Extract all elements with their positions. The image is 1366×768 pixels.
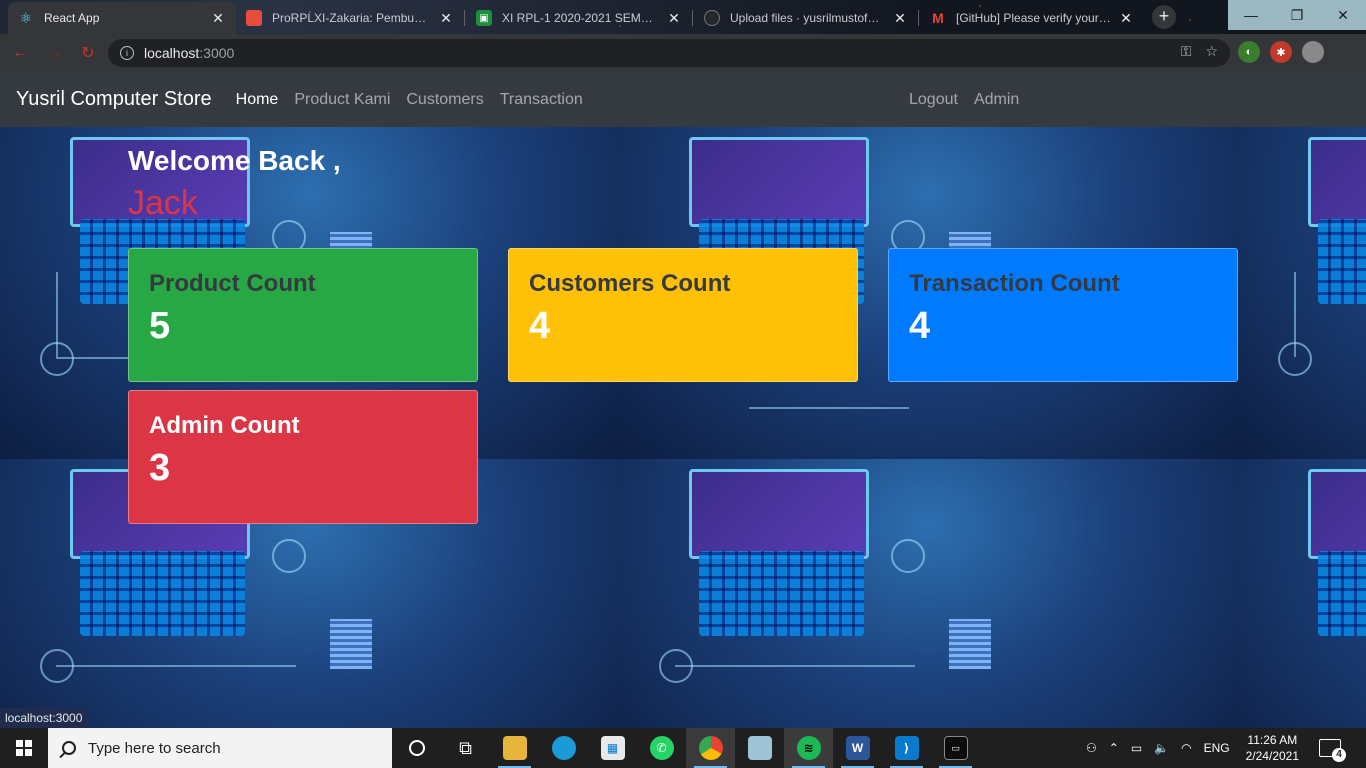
close-icon[interactable]: ✕	[1118, 10, 1134, 27]
close-icon[interactable]: ✕	[438, 10, 454, 27]
github-icon	[704, 10, 720, 26]
classroom-icon: ▣	[476, 10, 492, 26]
background-tile	[1238, 459, 1366, 728]
browser-tab-gmail[interactable]: M [GitHub] Please verify your dev ✕	[920, 2, 1144, 34]
react-icon: ⚛	[19, 9, 33, 26]
close-window-button[interactable]: ✕	[1320, 0, 1366, 30]
search-icon	[62, 741, 76, 755]
nav-link-product-kami[interactable]: Product Kami	[286, 91, 398, 109]
terminal-icon[interactable]: ▭	[931, 728, 980, 768]
card-title: Product Count	[149, 270, 316, 297]
card-title: Customers Count	[529, 270, 731, 297]
welcome-username: Jack	[128, 184, 198, 222]
tab-separator	[692, 10, 693, 26]
battery-icon[interactable]: ▭	[1131, 741, 1142, 755]
windows-logo-icon	[16, 740, 32, 756]
nav-link-logout[interactable]: Logout	[901, 91, 966, 109]
nav-link-transaction[interactable]: Transaction	[492, 91, 591, 109]
maximize-button[interactable]: ❐	[1274, 0, 1320, 30]
search-placeholder: Type here to search	[88, 739, 221, 757]
extension-puzzle-icon[interactable]: ✱	[1270, 41, 1292, 63]
browser-tab-prorplxi[interactable]: ProRPLXI-Zakaria: Pembuatan ✕	[236, 2, 464, 34]
language-indicator[interactable]: ENG	[1204, 741, 1230, 755]
address-bar[interactable]: i localhost:3000 ⚿ ☆	[108, 39, 1230, 67]
spotify-icon[interactable]: ≋	[784, 728, 833, 768]
task-view-icon[interactable]: ⧉	[441, 728, 490, 768]
back-icon[interactable]: ←	[6, 39, 34, 67]
clock-date: 2/24/2021	[1245, 749, 1300, 763]
transaction-count-card: Transaction Count 4	[888, 248, 1238, 382]
tab-separator	[464, 10, 465, 26]
new-tab-button[interactable]: +	[1152, 5, 1176, 29]
taskbar-clock[interactable]: 11:26 AM 2/24/2021	[1246, 732, 1299, 764]
taskbar-search[interactable]: Type here to search	[48, 728, 392, 768]
url-host: localhost	[144, 45, 200, 61]
minimize-button[interactable]: —	[1228, 0, 1274, 30]
product-count-card: Product Count 5	[128, 248, 478, 382]
tab-title: ProRPLXI-Zakaria: Pembuatan	[272, 11, 432, 25]
welcome-heading: Welcome Back ,	[128, 145, 341, 176]
people-icon[interactable]: ⚇	[1086, 741, 1097, 755]
tab-separator	[918, 10, 919, 26]
navbar-brand[interactable]: Yusril Computer Store	[16, 88, 212, 111]
browser-tab-classroom[interactable]: ▣ XI RPL-1 2020-2021 SEMANGA ✕	[466, 2, 692, 34]
wifi-icon[interactable]: ◠	[1181, 741, 1191, 755]
word-icon[interactable]: W	[833, 728, 882, 768]
status-bar-url: localhost:3000	[0, 708, 88, 728]
app-navbar: Yusril Computer Store Home Product Kami …	[0, 72, 1366, 127]
start-button[interactable]	[0, 728, 48, 768]
bookmark-star-icon[interactable]: ☆	[1205, 43, 1218, 60]
tab-title: XI RPL-1 2020-2021 SEMANGA	[502, 11, 660, 25]
close-icon[interactable]: ✕	[892, 10, 908, 27]
background-tile	[1238, 127, 1366, 459]
card-value: 4	[909, 305, 931, 347]
vscode-icon[interactable]: ⟩	[882, 728, 931, 768]
whatsapp-icon[interactable]: ✆	[637, 728, 686, 768]
background-tile	[619, 459, 1238, 728]
nav-link-home[interactable]: Home	[228, 91, 287, 109]
card-title: Transaction Count	[909, 270, 1120, 297]
url-port: :3000	[199, 45, 235, 61]
browser-tabstrip: ⚛ React App ✕ ProRPLXI-Zakaria: Pembuata…	[0, 0, 1366, 34]
profile-avatar[interactable]	[1302, 41, 1324, 63]
store-icon[interactable]: ▦	[588, 728, 637, 768]
forward-icon[interactable]: →	[40, 39, 68, 67]
cortana-icon[interactable]	[392, 728, 441, 768]
nav-link-admin[interactable]: Admin	[966, 91, 1027, 109]
key-icon[interactable]: ⚿	[1181, 43, 1192, 60]
edge-icon[interactable]	[539, 728, 588, 768]
close-icon[interactable]: ✕	[666, 10, 682, 27]
tab-title: React App	[44, 11, 100, 25]
card-value: 5	[149, 305, 171, 347]
reload-icon[interactable]: ↻	[74, 39, 102, 67]
extension-globe-icon[interactable]: ◐	[1238, 41, 1260, 63]
windows-taskbar: Type here to search ⧉ ▦ ✆ ≋ W ⟩ ▭ ⚇ ⌃ ▭ …	[0, 728, 1366, 768]
notification-center-icon[interactable]: 4	[1319, 739, 1347, 762]
card-value: 3	[149, 447, 171, 489]
clock-time: 11:26 AM	[1247, 733, 1298, 747]
notepad-icon[interactable]	[735, 728, 784, 768]
gmail-icon: M	[932, 10, 944, 26]
nav-link-customers[interactable]: Customers	[398, 91, 491, 109]
browser-tab-react-app[interactable]: ⚛ React App ✕	[8, 2, 236, 34]
notification-badge: 4	[1332, 748, 1347, 762]
file-explorer-icon[interactable]	[490, 728, 539, 768]
tab-title: [GitHub] Please verify your dev	[956, 11, 1112, 25]
close-icon[interactable]: ✕	[210, 10, 226, 27]
volume-icon[interactable]: 🔈	[1154, 741, 1169, 755]
chevron-up-icon[interactable]: ⌃	[1109, 741, 1119, 755]
card-title: Admin Count	[149, 412, 300, 439]
tab-title: Upload files · yusrilmustofa/To	[730, 11, 886, 25]
card-value: 4	[529, 305, 551, 347]
chrome-icon[interactable]	[686, 728, 735, 768]
admin-count-card: Admin Count 3	[128, 390, 478, 524]
customers-count-card: Customers Count 4	[508, 248, 858, 382]
document-icon	[246, 10, 262, 26]
browser-tab-github-upload[interactable]: Upload files · yusrilmustofa/To ✕	[694, 2, 918, 34]
browser-toolbar: ← → ↻ i localhost:3000 ⚿ ☆ ◐ ✱	[0, 34, 1366, 72]
info-icon[interactable]: i	[120, 46, 134, 60]
